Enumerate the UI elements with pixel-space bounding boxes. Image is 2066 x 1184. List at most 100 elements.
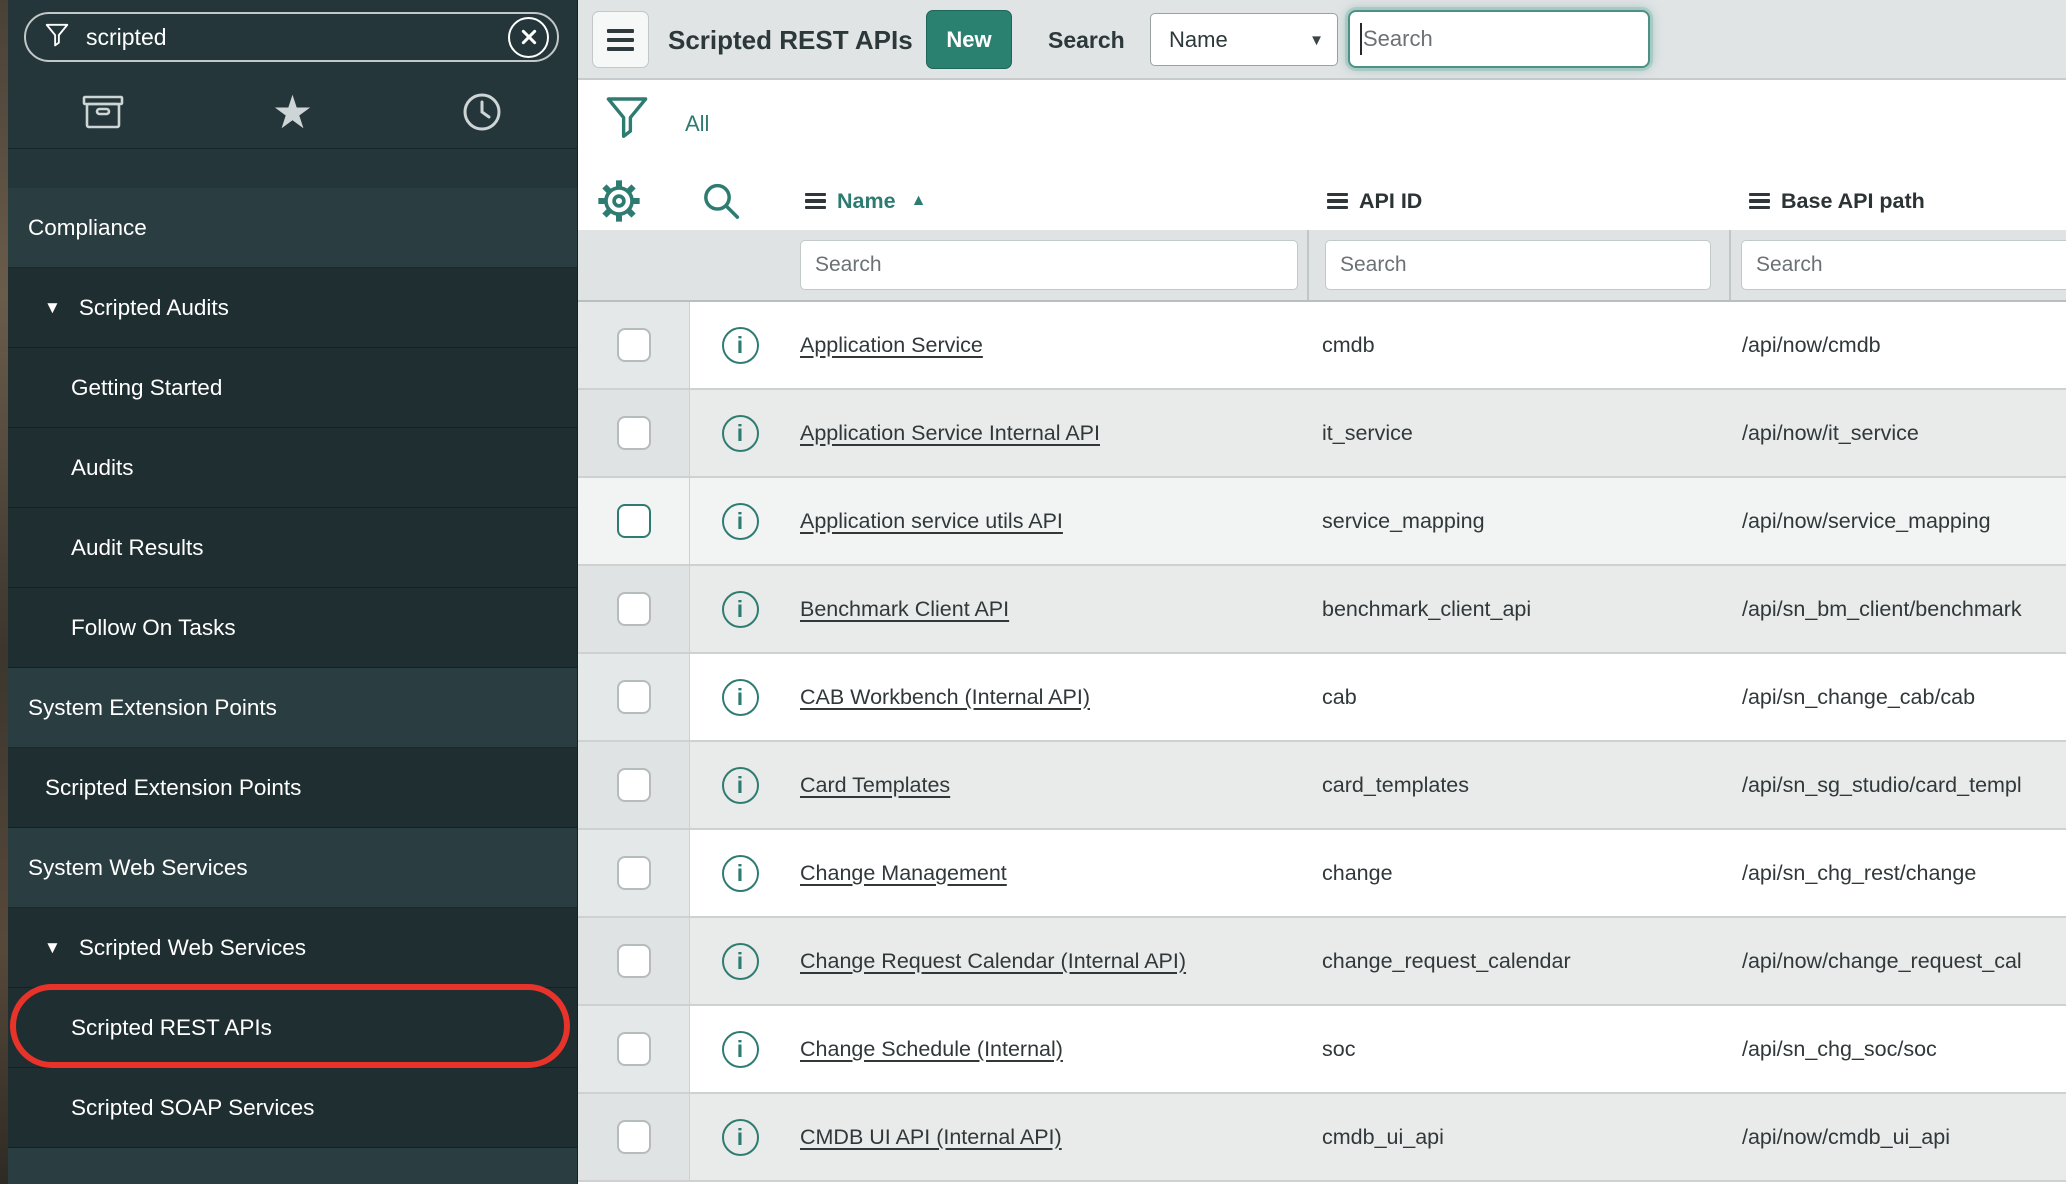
sidebar-item-scripted-web-services[interactable]: ▼Scripted Web Services (8, 908, 577, 988)
sidebar-item-scripted-soap-services[interactable]: Scripted SOAP Services (8, 1068, 577, 1148)
api-id-cell: change (1307, 830, 1729, 916)
table-row: i CMDB UI API (Internal API) cmdb_ui_api… (578, 1094, 2066, 1182)
navigator-filter-input[interactable] (84, 23, 508, 52)
sidebar-item-audits[interactable]: Audits (8, 428, 577, 508)
api-id-cell: card_templates (1307, 742, 1729, 828)
column-menu-icon[interactable] (1749, 190, 1770, 212)
info-icon[interactable]: i (722, 943, 759, 980)
collapse-caret-icon[interactable]: ▼ (44, 938, 61, 958)
page-title: Scripted REST APIs (668, 0, 913, 80)
record-link[interactable]: CMDB UI API (Internal API) (800, 1125, 1062, 1150)
info-icon[interactable]: i (722, 503, 759, 540)
row-checkbox[interactable] (617, 504, 651, 538)
base-api-path-column-search-input[interactable] (1741, 240, 2066, 290)
sidebar-item-scripted-extension-points[interactable]: Scripted Extension Points (8, 748, 577, 828)
search-icon[interactable] (700, 181, 742, 223)
row-checkbox[interactable] (617, 592, 651, 626)
column-header-base-api-path[interactable]: Base API path (1749, 172, 1925, 230)
api-id-cell: soc (1307, 1006, 1729, 1092)
sidebar-item-system-web-services[interactable]: System Web Services (8, 828, 577, 908)
sidebar-item-follow-on-tasks[interactable]: Follow On Tasks (8, 588, 577, 668)
record-link[interactable]: CAB Workbench (Internal API) (800, 685, 1090, 710)
sidebar-item-compliance[interactable]: Compliance (8, 188, 577, 268)
row-checkbox[interactable] (617, 680, 651, 714)
row-checkbox[interactable] (617, 768, 651, 802)
row-checkbox[interactable] (617, 416, 651, 450)
row-checkbox[interactable] (617, 944, 651, 978)
base-api-path-cell: /api/sn_chg_soc/soc (1729, 1006, 2066, 1092)
info-icon[interactable]: i (722, 767, 759, 804)
info-icon[interactable]: i (722, 591, 759, 628)
clear-filter-icon[interactable] (508, 17, 549, 58)
list-context-menu-button[interactable] (592, 11, 649, 68)
breadcrumb-all-link[interactable]: All (685, 80, 709, 168)
record-link[interactable]: Application Service Internal API (800, 421, 1100, 446)
api-id-column-search-input[interactable] (1325, 240, 1711, 290)
table-row: i Change Request Calendar (Internal API)… (578, 918, 2066, 1006)
base-api-path-cell: /api/sn_change_cab/cab (1729, 654, 2066, 740)
record-link[interactable]: Change Management (800, 861, 1007, 886)
tab-history[interactable] (387, 75, 577, 148)
info-icon[interactable]: i (722, 679, 759, 716)
column-header-api-id[interactable]: API ID (1327, 172, 1422, 230)
record-link[interactable]: Card Templates (800, 773, 950, 798)
api-id-cell: cmdb_ui_api (1307, 1094, 1729, 1180)
record-link[interactable]: Change Schedule (Internal) (800, 1037, 1063, 1062)
row-checkbox[interactable] (617, 328, 651, 362)
column-divider (1729, 230, 1731, 300)
row-checkbox[interactable] (617, 1032, 651, 1066)
base-api-path-cell: /api/now/service_mapping (1729, 478, 2066, 564)
record-link[interactable]: Change Request Calendar (Internal API) (800, 949, 1186, 974)
breadcrumb-row: All (578, 80, 2066, 172)
api-id-cell: service_mapping (1307, 478, 1729, 564)
base-api-path-cell: /api/now/cmdb (1729, 302, 2066, 388)
desktop-wallpaper-sliver (0, 0, 8, 1184)
list-search-input[interactable] (1350, 12, 1648, 66)
info-icon[interactable]: i (722, 1031, 759, 1068)
base-api-path-cell: /api/sn_sg_studio/card_templ (1729, 742, 2066, 828)
base-api-path-cell: /api/now/it_service (1729, 390, 2066, 476)
info-icon[interactable]: i (722, 1119, 759, 1156)
row-checkbox[interactable] (617, 1120, 651, 1154)
info-icon[interactable]: i (722, 415, 759, 452)
clock-icon (461, 91, 503, 133)
tab-favorites[interactable]: ★ (198, 75, 388, 148)
api-id-cell: cab (1307, 654, 1729, 740)
filter-funnel-icon (44, 23, 70, 51)
filter-funnel-icon[interactable] (605, 95, 649, 147)
table-row: i Application service utils API service_… (578, 478, 2066, 566)
record-link[interactable]: Application service utils API (800, 509, 1063, 534)
sidebar-item-scripted-audits[interactable]: ▼Scripted Audits (8, 268, 577, 348)
base-api-path-cell: /api/sn_chg_rest/change (1729, 830, 2066, 916)
sidebar-item-getting-started[interactable]: Getting Started (8, 348, 577, 428)
navigator-menu: Compliance ▼Scripted Audits Getting Star… (8, 188, 577, 1184)
record-link[interactable]: Application Service (800, 333, 983, 358)
api-id-cell: cmdb (1307, 302, 1729, 388)
info-icon[interactable]: i (722, 855, 759, 892)
sidebar-item-system-extension-points[interactable]: System Extension Points (8, 668, 577, 748)
search-field-select[interactable]: Name ▼ (1150, 13, 1338, 66)
record-link[interactable]: Benchmark Client API (800, 597, 1009, 622)
table-row: i Change Schedule (Internal) soc /api/sn… (578, 1006, 2066, 1094)
chevron-down-icon: ▼ (1309, 32, 1324, 49)
column-search-row (578, 230, 2066, 302)
collapse-caret-icon[interactable]: ▼ (44, 298, 61, 318)
info-icon[interactable]: i (722, 327, 759, 364)
sidebar-item-audit-results[interactable]: Audit Results (8, 508, 577, 588)
list-title-bar: Scripted REST APIs New Search Name ▼ (578, 0, 2066, 80)
new-button[interactable]: New (926, 10, 1012, 69)
sidebar-item-scripted-rest-apis[interactable]: Scripted REST APIs (8, 988, 577, 1068)
gear-icon[interactable] (594, 176, 644, 226)
column-divider (1307, 230, 1309, 300)
api-id-cell: benchmark_client_api (1307, 566, 1729, 652)
search-field-value: Name (1169, 14, 1228, 65)
name-column-search-input[interactable] (800, 240, 1298, 290)
column-menu-icon[interactable] (1327, 190, 1348, 212)
api-id-cell: change_request_calendar (1307, 918, 1729, 1004)
archive-box-icon (82, 93, 124, 131)
column-menu-icon[interactable] (805, 190, 826, 212)
tab-all-applications[interactable] (8, 75, 198, 148)
column-header-name[interactable]: Name ▲ (805, 172, 926, 230)
application-navigator: ★ Compliance ▼Scripted Audits Getting St… (8, 0, 578, 1184)
row-checkbox[interactable] (617, 856, 651, 890)
